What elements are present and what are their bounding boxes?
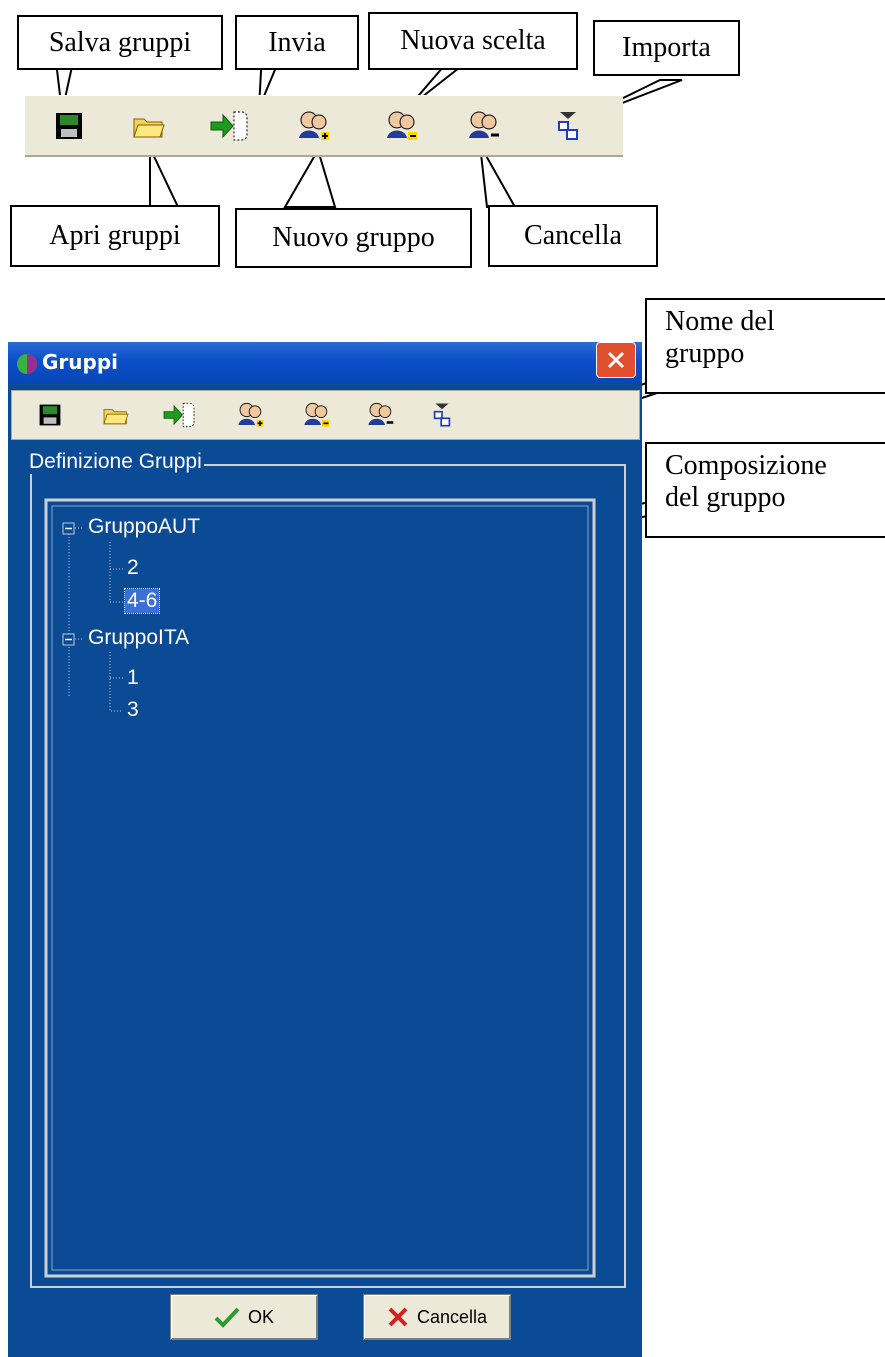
callout-text: del gruppo [665,482,786,513]
callout-nuova-scelta: Nuova scelta [368,12,578,70]
tree-leaf-selected[interactable]: 4-6 [123,588,161,614]
tree-leaf[interactable]: 3 [127,698,139,722]
new-choice-icon[interactable] [381,106,421,146]
callout-text: Cancella [524,220,622,251]
ok-label: OK [247,1306,274,1327]
delete-group-icon[interactable] [463,106,503,146]
callout-text: Nuova scelta [400,25,546,56]
callout-salva-gruppi: Salva gruppi [17,15,223,70]
groupbox-title: Definizione Gruppi [27,450,204,474]
tree-node-gruppoita[interactable]: GruppoITA [88,626,189,650]
callout-text: Nome del [665,306,775,337]
callout-nuovo-gruppo: Nuovo gruppo [235,208,472,268]
tree-node-gruppoaut[interactable]: GruppoAUT [88,515,200,539]
callout-nome-del-gruppo: Nome del gruppo [645,298,885,394]
checkmark-icon [214,1307,240,1328]
callout-text: Invia [268,26,326,58]
send-icon[interactable] [209,106,249,146]
callout-apri-gruppi: Apri gruppi [10,205,220,267]
callout-text: Apri gruppi [49,220,181,251]
gruppi-window: Gruppi Definizione Gruppi GruppoAUT 2 4-… [8,342,642,1357]
import-icon[interactable] [548,106,588,146]
collapse-toggle-ita[interactable] [62,633,75,646]
callout-text: Salva gruppi [48,26,192,58]
callout-text: Nuovo gruppo [272,222,435,253]
new-group-icon[interactable] [293,106,333,146]
callout-text: Importa [622,32,711,63]
ok-button[interactable]: OK [170,1294,318,1340]
cancel-button[interactable]: Cancella [363,1294,511,1340]
toolbar-sample [25,95,623,157]
tree-leaf[interactable]: 2 [127,556,139,580]
callout-invia: Invia [235,15,359,70]
red-x-icon [388,1307,408,1327]
collapse-toggle-aut[interactable] [62,522,75,535]
open-folder-icon[interactable] [129,106,169,146]
callout-cancella: Cancella [488,205,658,267]
callout-importa: Importa [593,20,740,76]
groupbox-frame [30,464,626,1288]
tree-leaf[interactable]: 1 [127,666,139,690]
callout-text: Composizione [665,450,827,481]
callout-composizione-del-gruppo: Composizione del gruppo [645,442,885,538]
cancel-label: Cancella [416,1306,488,1327]
callout-text: gruppo [665,338,745,369]
save-icon[interactable] [49,106,89,146]
